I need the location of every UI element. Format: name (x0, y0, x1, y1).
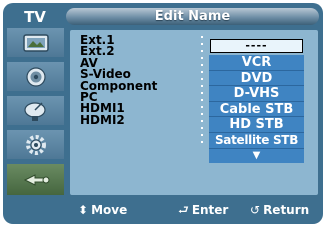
sidebar-item-setup[interactable] (7, 130, 64, 159)
dropdown-option-satellite-stb[interactable]: Satellite STB (209, 133, 304, 149)
dropdown-option-dvd[interactable]: DVD (209, 71, 304, 87)
page-title: Edit Name (66, 8, 319, 25)
sound-icon (21, 66, 51, 88)
hint-bar: ⬍ Move ⮐ Enter ↺ Return (70, 200, 318, 220)
enter-hint: ⮐ Enter (178, 200, 228, 220)
sidebar-item-picture[interactable] (7, 28, 64, 57)
return-label: Return (263, 203, 310, 217)
move-label: Move (91, 203, 128, 217)
dropdown-option-hd-stb[interactable]: HD STB (209, 117, 304, 133)
channel-icon (21, 100, 51, 122)
sidebar-item-channel[interactable] (7, 96, 64, 125)
return-hint: ↺ Return (250, 200, 309, 220)
source-item-hdmi2[interactable]: HDMI2 (80, 114, 157, 126)
return-icon: ↺ (250, 203, 261, 217)
sidebar-item-input[interactable] (7, 164, 64, 195)
sidebar-item-sound[interactable] (7, 62, 64, 91)
dropdown-current-value[interactable]: ---- (210, 39, 303, 53)
enter-label: Enter (191, 203, 229, 217)
menu-title: TV (24, 8, 46, 26)
name-dropdown[interactable]: ---- VCR DVD D-VHS Cable STB HD STB Sate… (209, 39, 304, 163)
dropdown-option-dvhs[interactable]: D-VHS (209, 86, 304, 102)
move-hint: ⬍ Move (78, 200, 127, 220)
dropdown-option-cable-stb[interactable]: Cable STB (209, 102, 304, 118)
scroll-down-arrow-icon[interactable]: ▼ (209, 149, 304, 163)
dropdown-option-vcr[interactable]: VCR (209, 55, 304, 71)
move-icon: ⬍ (78, 203, 89, 217)
input-icon (21, 169, 51, 191)
sidebar (7, 28, 64, 200)
source-list: Ext.1 Ext.2 AV S-Video Component PC HDMI… (80, 34, 157, 126)
enter-icon: ⮐ (178, 203, 189, 217)
setup-icon (21, 134, 51, 156)
dropdown-options: VCR DVD D-VHS Cable STB HD STB Satellite… (209, 55, 304, 163)
edit-name-panel: Ext.1 Ext.2 AV S-Video Component PC HDMI… (70, 30, 318, 195)
dotted-separator (201, 36, 205, 148)
picture-icon (21, 32, 51, 54)
osd-menu-screen: TV Edit Name Ext.1 Ext.2 AV S-Video Comp… (3, 3, 323, 224)
